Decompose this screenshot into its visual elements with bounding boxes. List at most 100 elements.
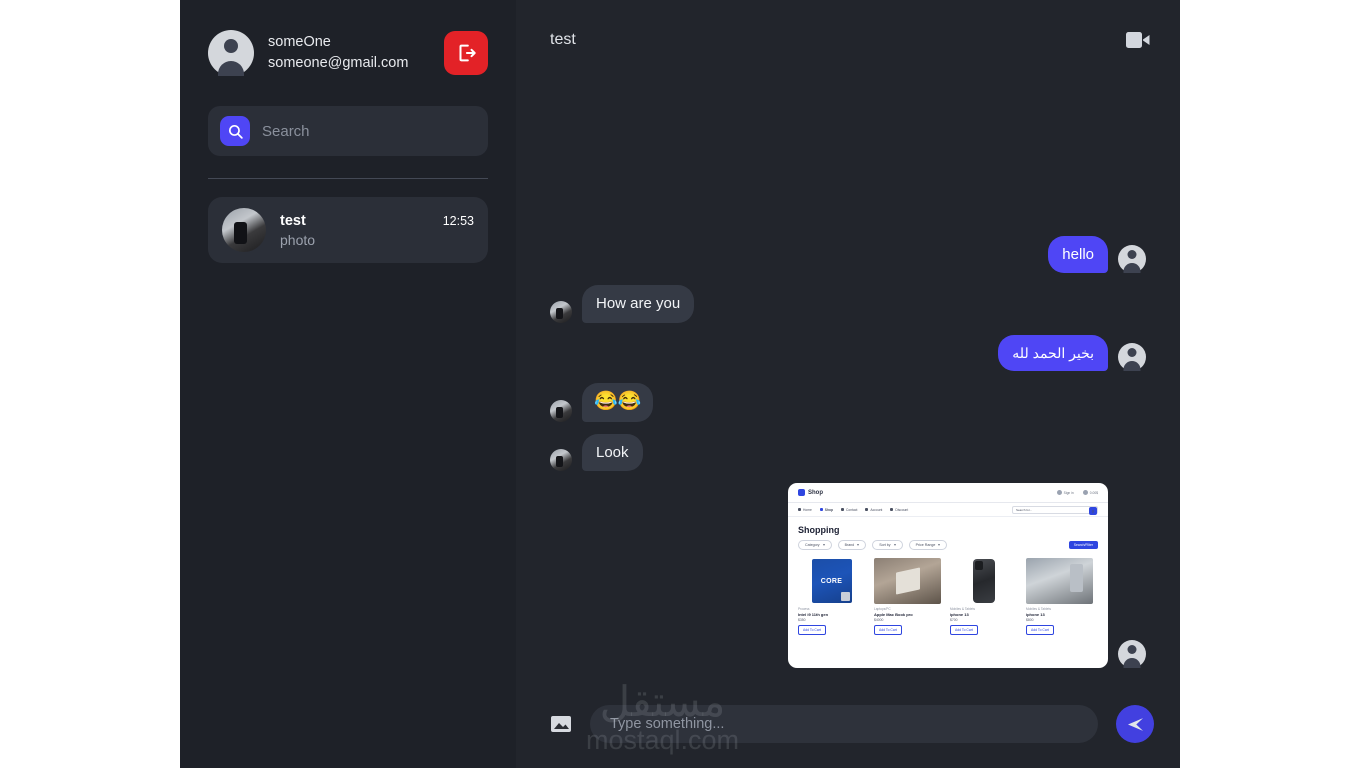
product-price: $800: [1026, 618, 1034, 622]
shop-topbar: Shop Sign in 0.00$: [788, 483, 1108, 503]
product-card: Laptops/PC Apple Mac Book pro $4000 Add …: [874, 558, 941, 635]
iphone-silver-image: [1026, 558, 1093, 604]
avatar: [550, 300, 572, 323]
product-name: iphone 13: [1026, 612, 1045, 617]
profile-row: someOne someone@gmail.com: [208, 0, 488, 76]
filter-sortby: Sort by: [872, 540, 903, 550]
shop-top-actions: Sign in 0.00$: [1056, 490, 1098, 495]
message-bubble: بخير الحمد لله: [998, 334, 1108, 371]
send-icon: [1127, 717, 1143, 731]
shop-cart: 0.00$: [1082, 490, 1098, 495]
shop-account: Sign in: [1056, 490, 1074, 495]
message-row-image: Shop Sign in 0.00$ Home Shop Contact Acc…: [550, 483, 1146, 668]
message-row: 😂😂: [550, 382, 1146, 422]
shop-apply-button: Search/Filter: [1068, 541, 1098, 549]
message-row: How are you: [550, 285, 1146, 323]
search-bar[interactable]: [208, 106, 488, 156]
conversation-preview: photo: [280, 231, 316, 248]
shop-logo-icon: [798, 489, 805, 496]
search-input[interactable]: [262, 122, 476, 140]
add-to-cart-button: Add To Cart: [798, 625, 826, 635]
shop-nav-shop: Shop: [819, 508, 833, 512]
message-row: Look: [550, 433, 1146, 471]
product-card: ❤ Mobiles & Tablets iphone 13 $700 Add T…: [950, 558, 1017, 635]
product-category: Mobiles & Tablets: [950, 607, 975, 611]
contact-photo-avatar: [222, 208, 266, 252]
message-input-bar: [516, 680, 1180, 768]
magnifier-icon: [228, 124, 243, 139]
shop-filters: Category Brand Sort by Price Range Searc…: [788, 540, 1108, 550]
logout-button[interactable]: [444, 31, 488, 75]
product-price: $700: [950, 618, 958, 622]
avatar: [550, 399, 572, 422]
conversation-name: test: [280, 212, 306, 229]
avatar: [1118, 342, 1146, 371]
shop-signin-label: Sign in: [1063, 490, 1074, 495]
avatar: [1118, 640, 1146, 668]
message-row: hello: [550, 235, 1146, 274]
chat-application: someOne someone@gmail.com Search test 12…: [180, 0, 1180, 768]
filter-brand: Brand: [837, 540, 867, 550]
filter-pricerange: Price Range: [908, 540, 948, 550]
conversation-text: test 12:53 photo: [280, 213, 474, 248]
messages-list: hello How are you بخير الحمد لله 😂😂 Look: [516, 80, 1180, 680]
video-camera-glyph: [1126, 32, 1150, 48]
message-bubble: How are you: [582, 285, 695, 323]
profile-text: someOne someone@gmail.com: [268, 32, 430, 74]
shop-product-grid: CORE Process Intel i9 11th gen $350 Add …: [788, 550, 1108, 635]
sidebar: someOne someone@gmail.com Search test 12…: [180, 0, 516, 768]
product-card: Mobiles & Tablets iphone 13 $800 Add To …: [1026, 558, 1093, 635]
shop-nav-discount: Discount: [890, 508, 908, 512]
shop-search-placeholder: Search for...: [1016, 508, 1033, 512]
logout-icon: [459, 44, 476, 62]
chat-header: test: [516, 0, 1180, 80]
conversation-list-item[interactable]: test 12:53 photo: [208, 197, 488, 263]
product-category: Mobiles & Tablets: [1026, 607, 1051, 611]
sidebar-divider: [208, 178, 488, 179]
add-to-cart-button: Add To Cart: [950, 625, 978, 635]
shop-search-icon: ⚲: [1089, 507, 1097, 515]
shop-search-field: Search for... ⚲: [1012, 506, 1098, 515]
cpu-core-box-image: CORE: [798, 558, 865, 604]
person-avatar-icon: [208, 30, 254, 76]
macbook-photo-image: [874, 558, 941, 604]
conversation-time: 12:53: [442, 213, 474, 228]
image-attach-icon[interactable]: [550, 714, 572, 734]
message-bubble: Look: [582, 433, 643, 471]
shop-nav: Home Shop Contact Account Discount Searc…: [788, 503, 1108, 517]
shop-logo: Shop: [798, 489, 823, 496]
filter-category: Category: [798, 540, 832, 550]
person-icon: [1056, 490, 1062, 495]
video-camera-icon[interactable]: [1126, 31, 1150, 49]
product-price: $4000: [874, 618, 884, 622]
product-name: iphone 13: [950, 612, 969, 617]
message-bubble-emoji: 😂😂: [582, 382, 654, 422]
product-name: Intel i9 11th gen: [798, 612, 829, 617]
shop-brand: Shop: [808, 489, 823, 496]
avatar: [550, 449, 572, 471]
shop-cart-count: 0.00$: [1089, 490, 1098, 495]
shop-page-title: Shopping: [798, 525, 840, 535]
profile-name: someOne: [268, 33, 331, 50]
profile-email: someone@gmail.com: [268, 55, 409, 71]
add-to-cart-button: Add To Cart: [874, 625, 902, 635]
product-category: Laptops/PC: [874, 607, 891, 611]
product-name: Apple Mac Book pro: [874, 612, 913, 617]
iphone-black-image: ❤: [950, 558, 1017, 604]
shop-nav-home: Home: [798, 508, 812, 512]
message-row: بخير الحمد لله: [550, 334, 1146, 371]
avatar: [1118, 245, 1146, 274]
image-attachment[interactable]: Shop Sign in 0.00$ Home Shop Contact Acc…: [788, 483, 1108, 668]
chat-panel: test hello How are you بخير الحمد لله 😂😂…: [516, 0, 1180, 768]
shop-nav-contact: Contact: [841, 508, 857, 512]
product-price: $350: [798, 618, 806, 622]
send-button[interactable]: [1116, 705, 1154, 743]
image-glyph: [551, 716, 571, 732]
cart-icon: [1082, 490, 1088, 495]
product-category: Process: [798, 607, 810, 611]
message-input[interactable]: [590, 705, 1098, 743]
add-to-cart-button: Add To Cart: [1026, 625, 1054, 635]
search-icon[interactable]: [220, 116, 250, 146]
messages-spacer: [550, 80, 1146, 236]
shop-nav-account: Account: [865, 508, 882, 512]
